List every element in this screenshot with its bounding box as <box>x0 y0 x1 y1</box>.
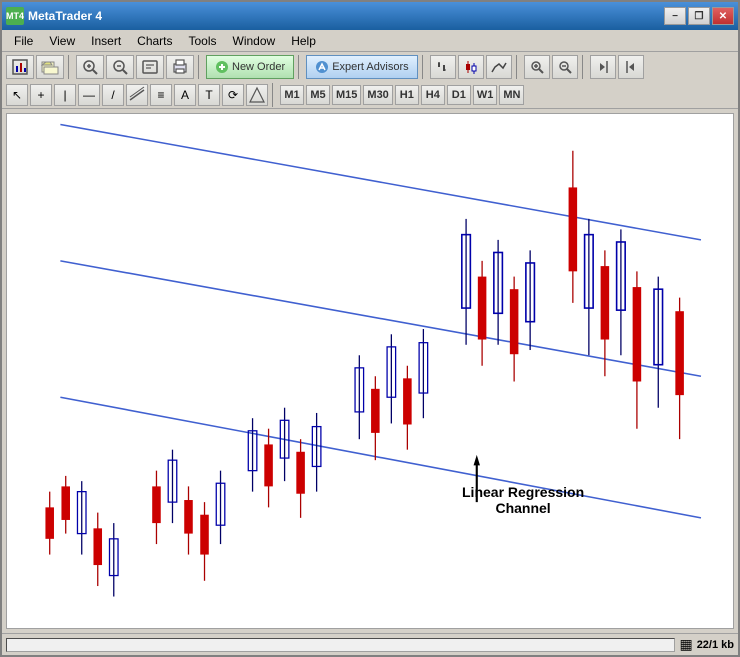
trendline-tool[interactable]: / <box>102 84 124 106</box>
expert-advisors-button[interactable]: Expert Advisors <box>306 55 417 79</box>
restore-button[interactable]: ❐ <box>688 7 710 25</box>
toolbar-row1: New Order Expert Advisors <box>2 52 738 82</box>
channel-tool[interactable] <box>126 84 148 106</box>
toolbar-container: New Order Expert Advisors <box>2 52 738 109</box>
menu-tools[interactable]: Tools <box>181 32 225 50</box>
text-tool-T[interactable]: T <box>198 84 220 106</box>
menu-file[interactable]: File <box>6 32 41 50</box>
horizontal-line-tool[interactable]: — <box>78 84 100 106</box>
toolbar-zoom-out[interactable] <box>106 55 134 79</box>
toolbar-new-chart[interactable] <box>6 55 34 79</box>
menu-insert[interactable]: Insert <box>83 32 129 50</box>
toolbar-row2: ↖ + | — / ≡ A T ⟳ M1 M5 M15 M30 H1 H4 D1… <box>2 82 738 108</box>
separator4 <box>422 55 426 79</box>
vertical-line-tool[interactable]: | <box>54 84 76 106</box>
new-order-label: New Order <box>232 61 285 73</box>
status-bar: ▦ 22/1 kb <box>2 633 738 655</box>
tf-m5[interactable]: M5 <box>306 85 330 105</box>
close-button[interactable]: ✕ <box>712 7 734 25</box>
scroll-left-btn[interactable] <box>590 55 616 79</box>
tf-d1[interactable]: D1 <box>447 85 471 105</box>
separator3 <box>298 55 302 79</box>
title-bar: MT4 MetaTrader 4 − ❐ ✕ <box>2 2 738 30</box>
separator1 <box>68 55 72 79</box>
horizontal-scrollbar[interactable] <box>6 638 675 652</box>
main-window: MT4 MetaTrader 4 − ❐ ✕ File View Insert … <box>0 0 740 657</box>
app-icon: MT4 <box>6 7 24 25</box>
tf-mn[interactable]: MN <box>499 85 524 105</box>
separator-tf <box>272 83 276 107</box>
toolbar-open[interactable] <box>36 55 64 79</box>
crosshair-tool[interactable]: + <box>30 84 52 106</box>
separator5 <box>516 55 520 79</box>
menu-bar: File View Insert Charts Tools Window Hel… <box>2 30 738 52</box>
minimize-button[interactable]: − <box>664 7 686 25</box>
new-order-button[interactable]: New Order <box>206 55 294 79</box>
bar-chart-btn[interactable] <box>430 55 456 79</box>
tf-m15[interactable]: M15 <box>332 85 361 105</box>
tf-h1[interactable]: H1 <box>395 85 419 105</box>
color-tool[interactable] <box>246 84 268 106</box>
window-title: MetaTrader 4 <box>28 9 664 23</box>
chart-grid-icon: ▦ <box>679 636 692 653</box>
candlestick-chart-btn[interactable] <box>458 55 484 79</box>
annotation-line1: Linear Regression <box>462 484 584 500</box>
menu-view[interactable]: View <box>41 32 83 50</box>
menu-help[interactable]: Help <box>283 32 324 50</box>
separator6 <box>582 55 586 79</box>
scroll-right-btn[interactable] <box>618 55 644 79</box>
line-chart-btn[interactable] <box>486 55 512 79</box>
tf-m1[interactable]: M1 <box>280 85 304 105</box>
zoom-out-btn[interactable] <box>552 55 578 79</box>
status-info: 22/1 kb <box>697 639 734 651</box>
text-tool-A[interactable]: A <box>174 84 196 106</box>
expert-advisors-label: Expert Advisors <box>332 61 408 73</box>
toolbar-zoom-in[interactable] <box>76 55 104 79</box>
annotation-line2: Channel <box>495 500 550 516</box>
tf-w1[interactable]: W1 <box>473 85 498 105</box>
pitchfork-tool[interactable]: ≡ <box>150 84 172 106</box>
menu-charts[interactable]: Charts <box>129 32 180 50</box>
arrow-tool[interactable]: ⟳ <box>222 84 244 106</box>
chart-svg <box>7 114 733 628</box>
tf-h4[interactable]: H4 <box>421 85 445 105</box>
window-controls: − ❐ ✕ <box>664 7 734 25</box>
toolbar-properties[interactable] <box>136 55 164 79</box>
cursor-tool[interactable]: ↖ <box>6 84 28 106</box>
zoom-in-btn[interactable] <box>524 55 550 79</box>
tf-m30[interactable]: M30 <box>363 85 392 105</box>
menu-window[interactable]: Window <box>225 32 284 50</box>
chart-area[interactable]: Linear Regression Channel <box>6 113 734 629</box>
separator2 <box>198 55 202 79</box>
chart-annotation: Linear Regression Channel <box>462 484 584 516</box>
toolbar-print[interactable] <box>166 55 194 79</box>
